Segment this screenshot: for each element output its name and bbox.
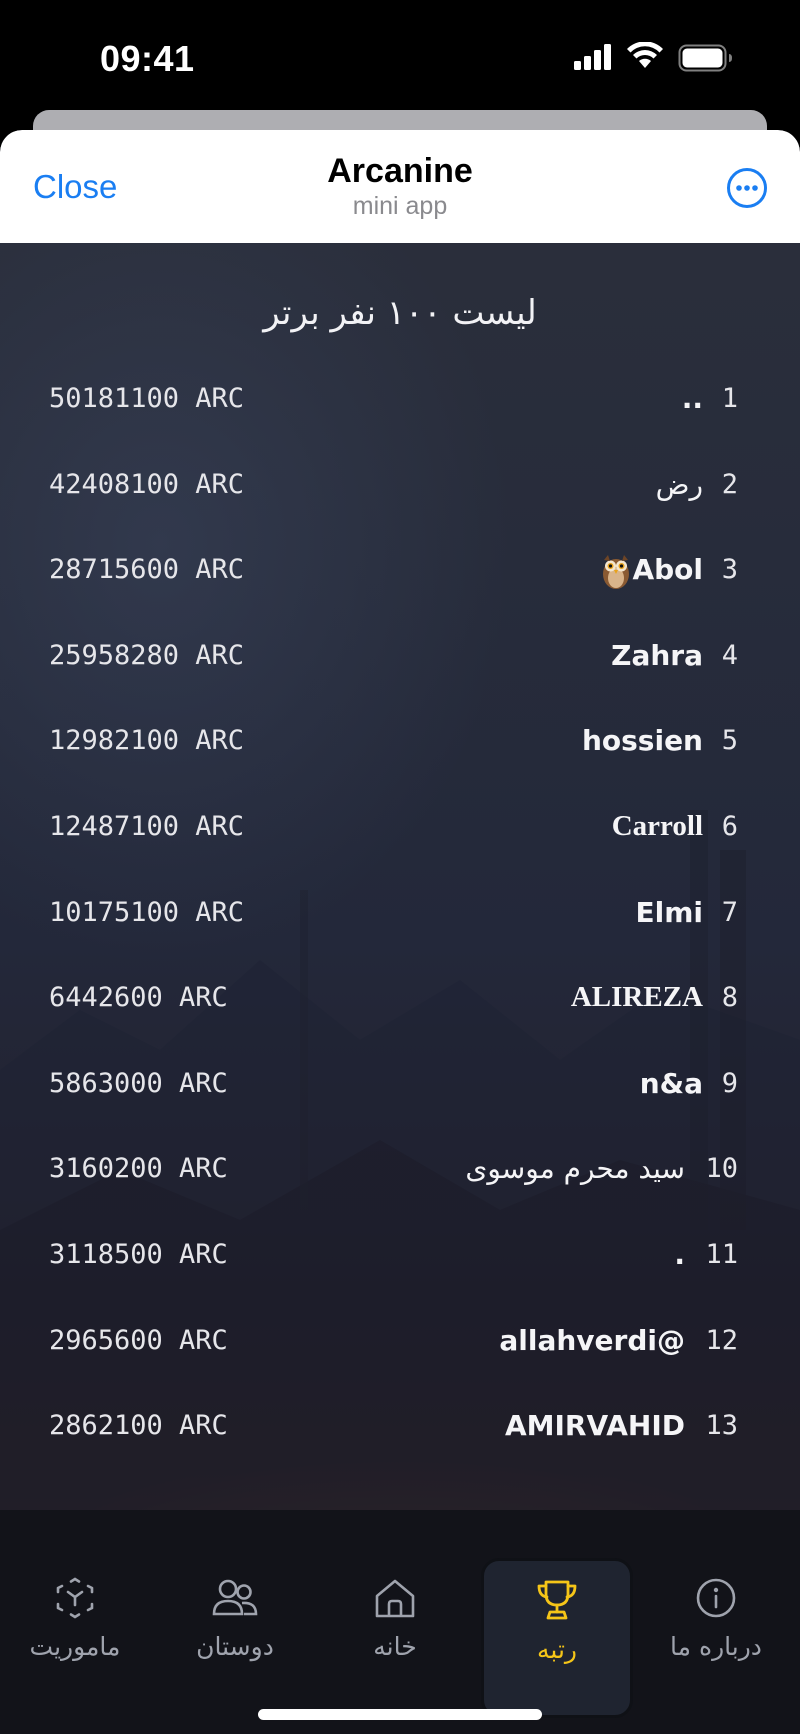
cellular-signal-icon xyxy=(574,44,611,70)
leaderboard-title: لیست ۱۰۰ نفر برتر xyxy=(263,293,537,333)
leaderboard-row: 12982100 ARC 5 hossien xyxy=(0,715,800,775)
player-rank: 5 xyxy=(721,725,738,757)
mini-app-header: Close Arcanine mini app xyxy=(0,130,800,243)
home-icon xyxy=(375,1579,415,1618)
status-time: 09:41 xyxy=(100,38,195,79)
leaderboard-row: 10175100 ARC 7 Elmi xyxy=(0,887,800,947)
player-rank: 9 xyxy=(721,1067,738,1099)
player-rank: 11 xyxy=(705,1239,738,1270)
player-score: 25958280 ARC xyxy=(49,639,245,671)
player-name: ALIREZA xyxy=(570,981,703,1014)
battery-icon xyxy=(678,44,732,72)
player-rank: 4 xyxy=(721,639,738,671)
tab-label: ماموریت xyxy=(29,1632,121,1661)
player-score: 2965600 ARC xyxy=(49,1324,228,1356)
player-rank: 7 xyxy=(721,896,738,928)
app-subtitle: mini app xyxy=(352,192,448,220)
player-rank: 13 xyxy=(705,1410,738,1442)
tab-label: رتبه xyxy=(537,1635,577,1664)
player-score: 6442600 ARC xyxy=(49,982,228,1014)
player-score: 12982100 ARC xyxy=(49,725,245,757)
tab-label: دوستان xyxy=(196,1632,274,1661)
leaderboard-row: 28715600 ARC 3 Abol xyxy=(0,544,800,604)
tab-home[interactable]: خانه xyxy=(320,1510,470,1661)
mission-icon xyxy=(56,1577,94,1619)
player-name: Carroll xyxy=(611,810,703,842)
player-rank: 8 xyxy=(721,982,738,1014)
player-name: AMIRVAHID xyxy=(504,1409,685,1443)
leaderboard-row: 42408100 ARC 2 رض xyxy=(0,459,800,519)
player-rank: 1 xyxy=(721,383,738,414)
mini-app-sheet: Close Arcanine mini app لیست ۱۰۰ نفر برت… xyxy=(0,130,800,1734)
leaderboard-row: 5863000 ARC 9 n&a xyxy=(0,1058,800,1118)
player-name: Elmi xyxy=(635,895,704,929)
player-rank: 6 xyxy=(721,811,738,842)
leaderboard-row: 2965600 ARC 12 allahverdi@ xyxy=(0,1315,800,1375)
player-name: .. xyxy=(681,382,703,415)
player-name: hossien xyxy=(581,724,703,758)
player-score: 3118500 ARC xyxy=(49,1239,228,1270)
player-rank: 3 xyxy=(721,554,738,586)
player-score: 42408100 ARC xyxy=(49,468,245,500)
leaderboard-row: 2862100 ARC 13 AMIRVAHID xyxy=(0,1400,800,1460)
app-title: Arcanine xyxy=(327,152,473,190)
leaderboard-row: 12487100 ARC 6 Carroll xyxy=(0,801,800,861)
player-score: 3160200 ARC xyxy=(49,1153,228,1185)
tab-about[interactable]: درباره ما xyxy=(641,1510,791,1661)
owl-emoji-icon xyxy=(603,555,629,590)
tab-rank[interactable]: رتبه xyxy=(481,1558,633,1718)
player-rank: 10 xyxy=(705,1153,738,1185)
leaderboard-row: 3118500 ARC 11. xyxy=(0,1229,800,1289)
leaderboard-row: 50181100 ARC 1.. xyxy=(0,373,800,433)
leaderboard-row: 25958280 ARC 4 Zahra xyxy=(0,630,800,690)
player-score: 5863000 ARC xyxy=(49,1067,228,1099)
player-name: Abol xyxy=(632,553,703,587)
player-score: 12487100 ARC xyxy=(49,811,245,842)
player-rank: 12 xyxy=(705,1324,738,1356)
leaderboard-row: 6442600 ARC 8 ALIREZA xyxy=(0,972,800,1032)
tab-missions[interactable]: ماموریت xyxy=(0,1510,150,1661)
more-options-icon[interactable] xyxy=(726,167,768,209)
player-name: سید محرم موسوی xyxy=(465,1152,685,1186)
tab-friends[interactable]: دوستان xyxy=(160,1510,310,1661)
player-score: 2862100 ARC xyxy=(49,1410,228,1442)
bottom-tab-bar: ماموریت دوستان خانه رتبه درباره ما xyxy=(0,1510,800,1734)
player-name: . xyxy=(674,1238,685,1271)
player-name: Zahra xyxy=(611,638,703,672)
leaderboard-row: 3160200 ARC 10 سید محرم موسوی xyxy=(0,1143,800,1203)
tab-label: درباره ما xyxy=(670,1632,762,1661)
trophy-icon xyxy=(537,1580,577,1620)
player-name: رض xyxy=(655,467,703,501)
player-name: n&a xyxy=(639,1066,703,1100)
home-indicator xyxy=(258,1709,542,1720)
player-score: 28715600 ARC xyxy=(49,554,245,586)
status-bar: 09:41 xyxy=(0,0,800,110)
leaderboard-panel[interactable]: لیست ۱۰۰ نفر برتر 50181100 ARC 1.. 4240810… xyxy=(0,243,800,1510)
info-icon xyxy=(696,1578,736,1618)
player-rank: 2 xyxy=(721,468,738,500)
player-name: allahverdi@ xyxy=(499,1323,685,1357)
player-score: 10175100 ARC xyxy=(49,896,245,928)
friends-icon xyxy=(212,1579,258,1616)
tab-label: خانه xyxy=(373,1632,417,1661)
player-score: 50181100 ARC xyxy=(49,383,245,414)
wifi-icon xyxy=(627,42,663,68)
